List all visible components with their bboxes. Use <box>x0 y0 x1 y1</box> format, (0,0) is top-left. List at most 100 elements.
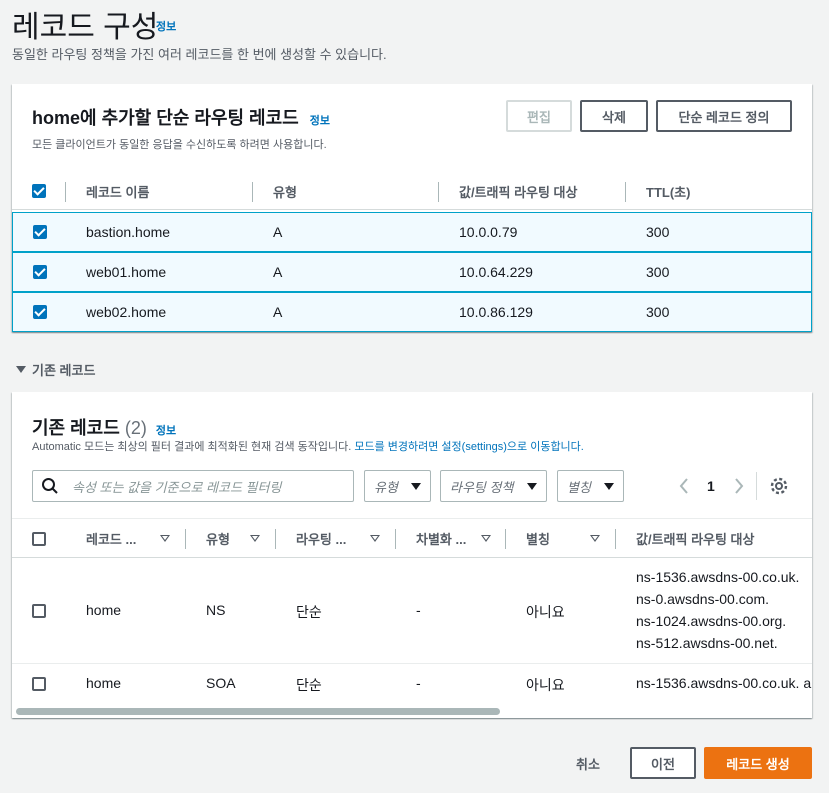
new-records-title: home에 추가할 단순 라우팅 레코드 정보 <box>32 104 330 130</box>
record-alias: 아니요 <box>526 604 565 620</box>
column-header-value[interactable]: 값/트래픽 라우팅 대상 <box>459 172 577 210</box>
alias-select[interactable]: 별칭 <box>557 470 624 502</box>
existing-records-title-text: 기존 레코드 <box>32 418 120 438</box>
settings-link[interactable]: 모드를 변경하려면 설정(settings)으로 이동합니다. <box>354 441 584 453</box>
sort-icon[interactable] <box>160 535 170 542</box>
record-name: home <box>86 602 122 618</box>
page-title: 레코드 구성 <box>12 11 159 44</box>
routing-policy-select[interactable]: 라우팅 정책 <box>440 470 547 502</box>
sort-icon[interactable] <box>590 535 600 542</box>
row-checkbox[interactable] <box>32 604 46 618</box>
caret-down-icon <box>604 483 614 490</box>
record-value-line: ns-1024.awsdns-00.org. <box>636 613 787 629</box>
gear-icon[interactable] <box>769 476 789 496</box>
column-divider <box>625 182 626 202</box>
pagination-divider <box>756 472 757 500</box>
sort-icon[interactable] <box>481 535 491 542</box>
delete-button[interactable]: 삭제 <box>580 100 648 132</box>
page-description: 동일한 라우팅 정책을 가진 여러 레코드를 한 번에 생성할 수 있습니다. <box>12 47 387 62</box>
column-header-ttl[interactable]: TTL(초) <box>646 172 690 210</box>
table-row[interactable]: home NS 단순 - 아니요 ns-1536.awsdns-00.co.uk… <box>12 558 812 664</box>
existing-records-description-text: Automatic 모드는 최상의 필터 결과에 최적화된 현재 검색 동작입니… <box>32 441 352 453</box>
row-checkbox[interactable] <box>32 677 46 691</box>
column-header-type[interactable]: 유형 <box>206 519 230 557</box>
sort-icon[interactable] <box>370 535 380 542</box>
column-header-record-name[interactable]: 레코드 이름 <box>86 172 149 210</box>
row-checkbox[interactable] <box>33 265 47 279</box>
horizontal-scrollbar[interactable] <box>16 708 500 715</box>
existing-records-title: 기존 레코드 (2) 정보 <box>32 414 176 440</box>
cancel-button[interactable]: 취소 <box>560 747 616 779</box>
page-info-link[interactable]: 정보 <box>156 18 176 34</box>
column-divider <box>65 182 66 202</box>
row-checkbox[interactable] <box>33 225 47 239</box>
record-routing: 단순 <box>296 604 322 620</box>
table-row[interactable]: web02.home A 10.0.86.129 300 <box>12 292 812 332</box>
record-value: 10.0.64.229 <box>459 264 533 280</box>
record-name: home <box>86 675 122 691</box>
existing-records-description: Automatic 모드는 최상의 필터 결과에 최적화된 현재 검색 동작입니… <box>32 438 584 454</box>
create-records-button[interactable]: 레코드 생성 <box>704 747 812 779</box>
column-divider <box>275 529 276 549</box>
column-header-value[interactable]: 값/트래픽 라우팅 대상 <box>636 519 754 557</box>
record-value: 10.0.0.79 <box>459 224 518 240</box>
existing-records-toggle[interactable]: 기존 레코드 <box>16 360 95 379</box>
record-name: web01.home <box>86 264 167 280</box>
record-type: A <box>273 264 283 280</box>
record-ttl: 300 <box>646 224 670 240</box>
row-checkbox[interactable] <box>33 305 47 319</box>
record-value-line: ns-0.awsdns-00.com. <box>636 591 770 607</box>
new-records-info-link[interactable]: 정보 <box>310 115 330 127</box>
new-records-container: home에 추가할 단순 라우팅 레코드 정보 모든 클라이언트가 동일한 응답… <box>12 84 812 332</box>
record-name: bastion.home <box>86 224 171 240</box>
chevron-right-icon[interactable] <box>733 477 745 495</box>
select-all-checkbox[interactable] <box>32 532 46 546</box>
record-type: A <box>273 224 283 240</box>
existing-records-info-link[interactable]: 정보 <box>156 425 176 437</box>
record-differentiator: - <box>416 602 421 618</box>
record-alias: 아니요 <box>526 677 565 693</box>
type-select-label: 유형 <box>374 479 398 495</box>
record-value: 10.0.86.129 <box>459 304 533 320</box>
alias-select-label: 별칭 <box>567 479 591 495</box>
filter-placeholder: 속성 또는 값을 기준으로 레코드 필터링 <box>72 479 282 495</box>
record-type: SOA <box>206 675 236 691</box>
record-name: web02.home <box>86 304 167 320</box>
record-type: A <box>273 304 283 320</box>
column-header-type[interactable]: 유형 <box>273 172 297 210</box>
caret-down-icon <box>527 483 537 490</box>
sort-icon[interactable] <box>250 535 260 542</box>
record-ttl: 300 <box>646 304 670 320</box>
table-row[interactable]: web01.home A 10.0.64.229 300 <box>12 252 812 292</box>
new-records-description: 모든 클라이언트가 동일한 응답을 수신하도록 하려면 사용합니다. <box>32 139 327 151</box>
column-divider <box>395 529 396 549</box>
caret-down-icon <box>16 366 26 373</box>
column-divider <box>438 182 439 202</box>
routing-select-label: 라우팅 정책 <box>450 479 514 495</box>
table-row[interactable]: home SOA 단순 - 아니요 ns-1536.awsdns-00.co.u… <box>12 664 812 706</box>
edit-button[interactable]: 편집 <box>506 100 572 132</box>
record-type: NS <box>206 602 226 618</box>
column-divider <box>505 529 506 549</box>
caret-down-icon <box>411 483 421 490</box>
define-simple-record-button[interactable]: 단순 레코드 정의 <box>656 100 792 132</box>
record-value-line: ns-1536.awsdns-00.co.uk. <box>636 569 800 585</box>
column-header-alias[interactable]: 별칭 <box>526 519 550 557</box>
column-divider <box>185 529 186 549</box>
record-differentiator: - <box>416 675 421 691</box>
column-header-routing[interactable]: 라우팅 ... <box>296 519 346 557</box>
select-all-checkbox[interactable] <box>32 184 46 198</box>
column-header-differentiator[interactable]: 차별화 ... <box>416 519 466 557</box>
column-header-record-name[interactable]: 레코드 ... <box>86 519 136 557</box>
previous-button[interactable]: 이전 <box>630 747 696 779</box>
column-divider <box>615 529 616 549</box>
chevron-left-icon[interactable] <box>678 477 690 495</box>
type-select[interactable]: 유형 <box>364 470 431 502</box>
record-routing: 단순 <box>296 677 322 693</box>
new-records-title-text: home에 추가할 단순 라우팅 레코드 <box>32 108 299 128</box>
table-row[interactable]: bastion.home A 10.0.0.79 300 <box>12 212 812 252</box>
page-number[interactable]: 1 <box>707 478 715 494</box>
new-records-table-header: 레코드 이름 유형 값/트래픽 라우팅 대상 TTL(초) <box>12 172 812 210</box>
existing-records-toggle-label: 기존 레코드 <box>32 363 96 378</box>
record-filter-input[interactable]: 속성 또는 값을 기준으로 레코드 필터링 <box>32 470 354 502</box>
